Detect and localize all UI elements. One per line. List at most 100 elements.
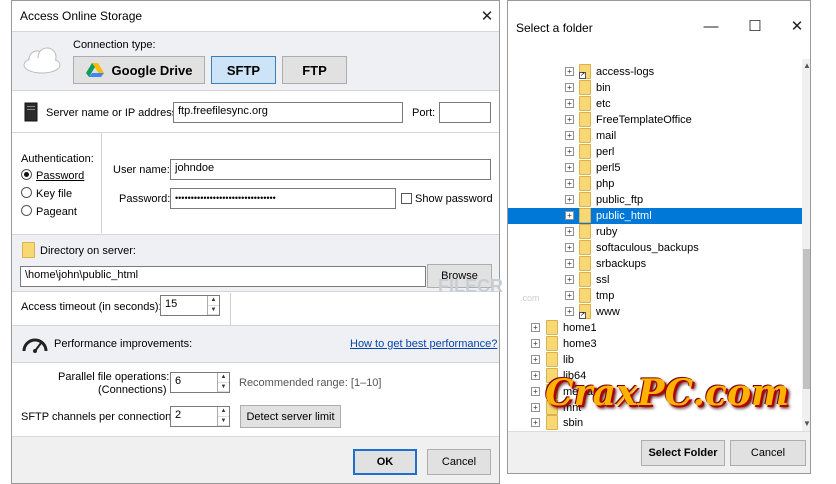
expand-icon[interactable]: +	[565, 195, 574, 204]
tree-item[interactable]: + php	[508, 176, 802, 192]
select-folder-label: Select Folder	[648, 447, 718, 459]
tree-scrollbar[interactable]: ▲ ▼	[802, 59, 810, 431]
password-input[interactable]: ••••••••••••••••••••••••••••••••	[170, 188, 396, 209]
expand-icon[interactable]: +	[531, 339, 540, 348]
tree-item[interactable]: + ruby	[508, 224, 802, 240]
expand-icon[interactable]: +	[531, 371, 540, 380]
expand-icon[interactable]: +	[531, 418, 540, 427]
expand-icon[interactable]: +	[565, 227, 574, 236]
spin-down-icon[interactable]: ▼	[218, 417, 229, 426]
tree-item[interactable]: + ssl	[508, 272, 802, 288]
expand-icon[interactable]: +	[531, 323, 540, 332]
auth-pageant-label[interactable]: Pageant	[36, 206, 77, 218]
left-footer: OK Cancel	[12, 436, 499, 483]
ftp-button[interactable]: FTP	[282, 56, 347, 84]
right-close-icon[interactable]: ✕	[784, 15, 810, 37]
auth-pageant-radio[interactable]	[21, 205, 32, 216]
tree-item[interactable]: + tmp	[508, 288, 802, 304]
timeout-spinner[interactable]: ▲ ▼	[207, 296, 219, 315]
spin-down-icon[interactable]: ▼	[218, 383, 229, 392]
divider	[12, 132, 499, 133]
connection-type-band: Connection type: Google Drive SFTP FTP	[12, 31, 499, 91]
expand-icon[interactable]: +	[565, 179, 574, 188]
username-input[interactable]: johndoe	[170, 159, 491, 180]
expand-icon[interactable]: +	[565, 291, 574, 300]
tree-item[interactable]: + FreeTemplateOffice	[508, 112, 802, 128]
expand-icon[interactable]: +	[531, 355, 540, 364]
tree-item[interactable]: + srbackups	[508, 256, 802, 272]
show-password-checkbox[interactable]	[401, 193, 412, 204]
right-cancel-button[interactable]: Cancel	[730, 440, 806, 466]
tree-item[interactable]: + bin	[508, 80, 802, 96]
tree-item[interactable]: + mail	[508, 128, 802, 144]
folder-icon	[579, 192, 591, 207]
auth-password-radio[interactable]	[21, 169, 32, 180]
expand-icon[interactable]: +	[565, 147, 574, 156]
spin-up-icon[interactable]: ▲	[218, 407, 229, 417]
expand-icon[interactable]: +	[565, 307, 574, 316]
cancel-button[interactable]: Cancel	[427, 449, 491, 475]
expand-icon[interactable]: +	[565, 115, 574, 124]
parallel-input[interactable]: 6 ▲ ▼	[170, 372, 230, 393]
spin-up-icon[interactable]: ▲	[218, 373, 229, 383]
expand-icon[interactable]: +	[565, 131, 574, 140]
left-close-icon[interactable]: ✕	[474, 5, 499, 27]
select-folder-button[interactable]: Select Folder	[641, 440, 725, 466]
auth-password-label[interactable]: Password	[36, 170, 84, 182]
expand-icon[interactable]: +	[565, 99, 574, 108]
expand-icon[interactable]: +	[565, 275, 574, 284]
channels-input[interactable]: 2 ▲ ▼	[170, 406, 230, 427]
google-drive-button[interactable]: Google Drive	[73, 56, 205, 84]
tree-item[interactable]: + home3	[508, 336, 802, 352]
maximize-icon[interactable]: ☐	[742, 15, 768, 37]
expand-icon[interactable]: +	[531, 403, 540, 412]
ftp-label: FTP	[302, 62, 327, 78]
minimize-icon[interactable]: —	[698, 15, 724, 37]
tree-item[interactable]: + perl5	[508, 160, 802, 176]
folder-icon	[579, 80, 591, 95]
spin-up-icon[interactable]: ▲	[208, 296, 219, 306]
expand-icon[interactable]: +	[565, 259, 574, 268]
auth-keyfile-radio[interactable]	[21, 187, 32, 198]
expand-icon[interactable]: +	[531, 387, 540, 396]
expand-icon[interactable]: +	[565, 67, 574, 76]
tree-item[interactable]: + softaculous_backups	[508, 240, 802, 256]
sftp-button[interactable]: SFTP	[211, 56, 276, 84]
ok-button[interactable]: OK	[353, 449, 417, 475]
server-input[interactable]: ftp.freefilesync.org	[173, 102, 403, 123]
authentication-label: Authentication:	[21, 153, 94, 165]
speedometer-icon	[22, 338, 48, 353]
tree-item[interactable]: + ↗ access-logs	[508, 64, 802, 80]
performance-band: Performance improvements: How to get bes…	[12, 325, 499, 363]
timeout-input[interactable]: 15 ▲ ▼	[160, 295, 220, 316]
auth-keyfile-label[interactable]: Key file	[36, 188, 72, 200]
expand-icon[interactable]: +	[565, 211, 574, 220]
folder-icon	[546, 415, 558, 430]
tree-item[interactable]: + perl	[508, 144, 802, 160]
expand-icon[interactable]: +	[565, 243, 574, 252]
show-password-label[interactable]: Show password	[415, 193, 493, 205]
tree-item[interactable]: + public_ftp	[508, 192, 802, 208]
directory-band: Directory on server: \home\john\public_h…	[12, 234, 499, 292]
tree-item[interactable]: + home1	[508, 320, 802, 336]
directory-input[interactable]: \home\john\public_html	[20, 266, 426, 287]
spin-down-icon[interactable]: ▼	[208, 306, 219, 315]
tree-item[interactable]: + lib	[508, 352, 802, 368]
performance-link[interactable]: How to get best performance?	[350, 338, 497, 350]
expand-icon[interactable]: +	[565, 163, 574, 172]
scroll-down-icon[interactable]: ▼	[802, 419, 810, 429]
tree-item-label: FreeTemplateOffice	[596, 114, 692, 126]
detect-server-limit-button[interactable]: Detect server limit	[240, 405, 341, 428]
port-input[interactable]	[439, 102, 491, 123]
tree-item[interactable]: + sbin	[508, 415, 802, 431]
parallel-spinner[interactable]: ▲ ▼	[217, 373, 229, 392]
folder-icon	[22, 242, 35, 258]
tree-item-selected[interactable]: + public_html	[508, 208, 802, 224]
craxpc-watermark: CraxPC.com	[545, 372, 789, 414]
channels-spinner[interactable]: ▲ ▼	[217, 407, 229, 426]
tree-item[interactable]: + ↗ www	[508, 304, 802, 320]
expand-icon[interactable]: +	[565, 83, 574, 92]
scroll-thumb[interactable]	[803, 249, 810, 389]
scroll-up-icon[interactable]: ▲	[802, 61, 810, 71]
tree-item[interactable]: + etc	[508, 96, 802, 112]
